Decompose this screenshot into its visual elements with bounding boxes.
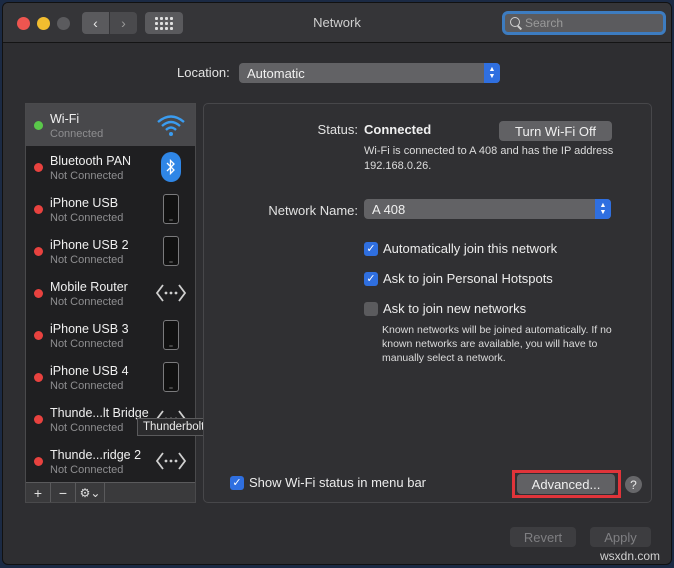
service-status: Not Connected (50, 380, 124, 392)
unchecked-box-icon (364, 301, 378, 316)
service-item[interactable]: iPhone USB 3 Not Connected (26, 314, 195, 356)
status-dot-icon (34, 121, 43, 130)
service-item[interactable]: Mobile Router Not Connected (26, 272, 195, 314)
status-dot-icon (34, 289, 43, 298)
service-status: Not Connected (50, 296, 124, 308)
plus-icon: + (33, 484, 43, 501)
service-name: iPhone USB 2 (50, 238, 129, 252)
ask-new-networks-hint: Known networks will be joined automatica… (382, 324, 612, 364)
ask-hotspots-label: Ask to join Personal Hotspots (383, 271, 553, 286)
status-dot-icon (34, 205, 43, 214)
ask-new-networks-checkbox[interactable]: Ask to join new networks (364, 301, 526, 316)
status-label: Status: (317, 122, 358, 137)
service-item[interactable]: iPhone USB 2 Not Connected (26, 230, 195, 272)
checkmark-icon: ✓ (364, 271, 378, 286)
show-wifi-status-label: Show Wi-Fi status in menu bar (249, 475, 427, 490)
service-item[interactable]: iPhone USB Not Connected (26, 188, 195, 230)
service-status: Not Connected (50, 338, 124, 350)
service-name: Thunde...lt Bridge (50, 406, 149, 420)
revert-button[interactable]: Revert (510, 527, 576, 547)
popup-stepper-icon: ▲ ▼ (484, 63, 500, 83)
iphone-icon (155, 236, 187, 266)
wifi-detail-panel: Status: Connected Turn Wi-Fi Off Wi-Fi i… (203, 103, 652, 503)
location-popup[interactable]: Automatic ▲ ▼ (239, 63, 500, 83)
ask-hotspots-checkbox[interactable]: ✓ Ask to join Personal Hotspots (364, 271, 553, 286)
service-status: Not Connected (50, 254, 124, 266)
iphone-icon (155, 194, 187, 224)
search-input[interactable] (525, 16, 655, 30)
ask-new-networks-label: Ask to join new networks (383, 301, 527, 316)
service-name: iPhone USB 3 (50, 322, 129, 336)
service-item[interactable]: Wi-Fi Connected (26, 104, 195, 146)
watermark: wsxdn.com (600, 549, 661, 563)
service-list-toolbar: + − ⚙⌄ (26, 482, 195, 502)
network-preferences-window: ‹ › Network Location: Automatic ▲▼ Wi-Fi… (2, 2, 672, 565)
network-name-popup[interactable]: A 408 ▲ ▼ (364, 199, 611, 219)
service-name: iPhone USB 4 (50, 364, 129, 378)
status-dot-icon (34, 331, 43, 340)
service-name: Thunde...ridge 2 (50, 448, 142, 462)
search-icon (509, 16, 523, 30)
checkmark-icon: ✓ (230, 475, 244, 490)
service-name: Wi-Fi (50, 112, 80, 126)
advanced-button[interactable]: Advanced... (517, 474, 615, 494)
help-button[interactable]: ? (625, 476, 642, 493)
service-list: Wi-Fi Connected Bluetooth PAN Not Connected… (25, 103, 196, 503)
network-name-value: A 408 (372, 201, 406, 217)
status-dot-icon (34, 415, 43, 424)
auto-join-label: Automatically join this network (383, 241, 558, 256)
auto-join-checkbox[interactable]: ✓ Automatically join this network (364, 241, 557, 256)
popup-stepper-icon: ▲ ▼ (595, 199, 611, 219)
service-status: Not Connected (50, 422, 124, 434)
network-name-label: Network Name: (268, 203, 358, 218)
gear-icon: ⚙⌄ (79, 485, 101, 500)
status-dot-icon (34, 457, 43, 466)
service-name: Bluetooth PAN (50, 154, 132, 168)
service-status: Not Connected (50, 170, 124, 182)
status-dot-icon (34, 163, 43, 172)
titlebar: ‹ › Network (3, 3, 671, 43)
apply-button[interactable]: Apply (590, 527, 651, 547)
service-status: Connected (50, 128, 104, 140)
minus-icon: − (58, 484, 68, 501)
status-dot-icon (34, 373, 43, 382)
ethernet-dots-icon (155, 446, 187, 476)
service-name: Mobile Router (50, 280, 128, 294)
service-actions-button[interactable]: ⚙⌄ (76, 483, 105, 502)
service-status: Not Connected (50, 464, 124, 476)
status-value: Connected (364, 122, 432, 137)
turn-wifi-off-button[interactable]: Turn Wi-Fi Off (499, 121, 612, 141)
status-description: Wi-Fi is connected to A 408 and has the … (364, 145, 614, 172)
service-item[interactable]: iPhone USB 4 Not Connected (26, 356, 195, 398)
service-item[interactable]: Thunde...ridge 2 Not Connected (26, 440, 195, 482)
service-status: Not Connected (50, 212, 124, 224)
ethernet-dots-icon (155, 278, 187, 308)
bluetooth-icon (155, 152, 187, 182)
status-dot-icon (34, 247, 43, 256)
location-value: Automatic (247, 65, 305, 81)
checkmark-icon: ✓ (364, 241, 378, 256)
iphone-icon (155, 320, 187, 350)
wifi-icon (155, 110, 187, 140)
add-service-button[interactable]: + (26, 483, 51, 502)
service-name: iPhone USB (50, 196, 119, 210)
search-field[interactable] (502, 11, 666, 35)
iphone-icon (155, 362, 187, 392)
remove-service-button[interactable]: − (51, 483, 76, 502)
location-label: Location: (177, 65, 230, 80)
service-item[interactable]: Bluetooth PAN Not Connected (26, 146, 195, 188)
show-wifi-status-checkbox[interactable]: ✓ Show Wi-Fi status in menu bar (230, 475, 426, 490)
